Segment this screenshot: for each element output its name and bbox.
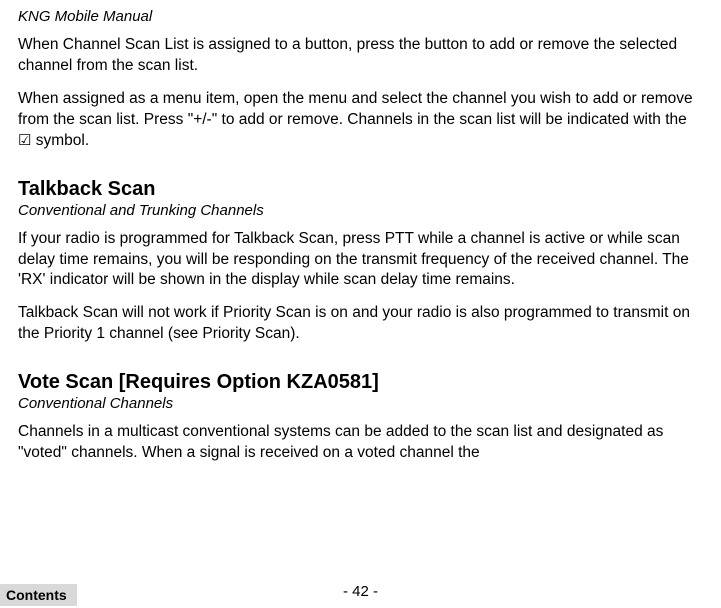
contents-button[interactable]: Contents (0, 584, 77, 606)
intro-paragraph-2: When assigned as a menu item, open the m… (18, 89, 703, 152)
talkback-scan-para-1: If your radio is programmed for Talkback… (18, 229, 703, 292)
talkback-scan-title: Talkback Scan (18, 178, 703, 201)
page-number: - 42 - (0, 583, 721, 600)
running-header: KNG Mobile Manual (18, 8, 703, 25)
intro-paragraph-2-pre: When assigned as a menu item, open the m… (18, 90, 693, 128)
vote-scan-subtitle: Conventional Channels (18, 395, 703, 412)
vote-scan-para-1: Channels in a multicast conventional sys… (18, 422, 703, 464)
page-content: KNG Mobile Manual When Channel Scan List… (0, 0, 721, 608)
checkbox-icon: ☑ (18, 131, 31, 151)
talkback-scan-subtitle: Conventional and Trunking Channels (18, 202, 703, 219)
talkback-scan-para-2: Talkback Scan will not work if Priority … (18, 303, 703, 345)
intro-paragraph-1: When Channel Scan List is assigned to a … (18, 35, 703, 77)
vote-scan-title: Vote Scan [Requires Option KZA0581] (18, 371, 703, 394)
intro-paragraph-2-post: symbol. (31, 132, 89, 149)
